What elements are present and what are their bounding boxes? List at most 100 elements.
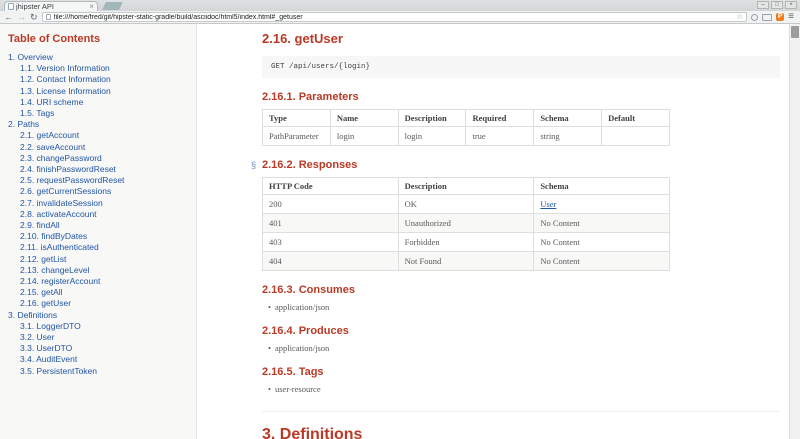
- toc-item[interactable]: 2.15. getAll: [8, 287, 196, 298]
- toc-item[interactable]: 2.6. getCurrentSessions: [8, 186, 196, 197]
- table-cell: Unauthorized: [398, 214, 534, 233]
- chrome-menu-icon[interactable]: ≡: [788, 12, 794, 22]
- table-cell: 200: [263, 195, 399, 214]
- browser-chrome: jhipster API × – □ × ← → ↻ file:///home/…: [0, 0, 800, 24]
- window-close-button[interactable]: ×: [785, 1, 797, 9]
- url-text: file:///home/fred/git/hipster-static-gra…: [54, 14, 733, 21]
- toc-item[interactable]: 1.4. URI scheme: [8, 97, 196, 108]
- table-column-header: Schema: [534, 178, 670, 195]
- toc-item[interactable]: 1. Overview: [8, 52, 196, 63]
- table-column-header: Schema: [534, 110, 602, 127]
- reload-button[interactable]: ↻: [30, 13, 38, 22]
- toc-item[interactable]: 3. Definitions: [8, 310, 196, 321]
- tags-list: •user-resource: [262, 384, 780, 394]
- extension-circle-icon[interactable]: [751, 14, 758, 21]
- toc-list: 1. Overview1.1. Version Information1.2. …: [8, 52, 196, 377]
- table-cell: login: [398, 127, 466, 146]
- forward-button[interactable]: →: [17, 13, 26, 22]
- table-row: 403ForbiddenNo Content: [263, 233, 670, 252]
- table-cell: No Content: [534, 214, 670, 233]
- toc-item[interactable]: 2.11. isAuthenticated: [8, 242, 196, 253]
- heading-produces: 2.16.4. Produces: [262, 325, 780, 337]
- table-column-header: Default: [602, 110, 670, 127]
- table-column-header: HTTP Code: [263, 178, 399, 195]
- window-minimize-button[interactable]: –: [757, 1, 769, 9]
- table-column-header: Type: [263, 110, 331, 127]
- toc-item[interactable]: 1.2. Contact Information: [8, 74, 196, 85]
- toc-item[interactable]: 1.1. Version Information: [8, 63, 196, 74]
- page-content: Table of Contents 1. Overview1.1. Versio…: [0, 24, 800, 439]
- table-of-contents: Table of Contents 1. Overview1.1. Versio…: [0, 24, 197, 439]
- toc-item[interactable]: 2.8. activateAccount: [8, 209, 196, 220]
- table-cell: OK: [398, 195, 534, 214]
- parameters-table: TypeNameDescriptionRequiredSchemaDefault…: [262, 109, 670, 146]
- toc-item[interactable]: 1.5. Tags: [8, 108, 196, 119]
- list-item: •application/json: [268, 302, 780, 312]
- toc-item[interactable]: 2.10. findByDates: [8, 231, 196, 242]
- table-column-header: Required: [466, 110, 534, 127]
- responses-table: HTTP CodeDescriptionSchema 200OK User 401Un…: [262, 177, 670, 271]
- table-row: 200OK User: [263, 195, 670, 214]
- list-item: •user-resource: [268, 384, 780, 394]
- consumes-list: •application/json: [262, 302, 780, 312]
- list-item: • application/json: [268, 343, 780, 353]
- toc-item[interactable]: 3.2. User: [8, 332, 196, 343]
- toc-item[interactable]: 3.4. AuditEvent: [8, 354, 196, 365]
- toc-item[interactable]: 3.1. LoggerDTO: [8, 321, 196, 332]
- table-cell: 404: [263, 252, 399, 271]
- heading-consumes: 2.16.3. Consumes: [262, 284, 780, 296]
- toc-item[interactable]: 2.1. getAccount: [8, 130, 196, 141]
- table-cell: 403: [263, 233, 399, 252]
- toc-item[interactable]: 2. Paths: [8, 119, 196, 130]
- toc-item[interactable]: 2.9. findAll: [8, 220, 196, 231]
- toc-item[interactable]: 2.14. registerAccount: [8, 276, 196, 287]
- schema-link[interactable]: User: [540, 199, 556, 209]
- section-divider: [262, 411, 780, 412]
- extension-window-icon[interactable]: [762, 14, 772, 21]
- toc-item[interactable]: 2.3. changePassword: [8, 153, 196, 164]
- table-cell: true: [466, 127, 534, 146]
- toc-title: Table of Contents: [8, 33, 196, 45]
- heading-responses: § 2.16.2. Responses: [262, 159, 780, 171]
- bookmark-star-icon[interactable]: ☆: [736, 13, 743, 21]
- bullet-icon: •: [268, 343, 271, 353]
- extension-p-icon[interactable]: P: [776, 13, 784, 21]
- tab-title: jhipster API: [16, 2, 54, 11]
- table-column-header: Name: [330, 110, 398, 127]
- toc-item[interactable]: 3.5. PersistentToken: [8, 366, 196, 377]
- table-cell: No Content: [534, 233, 670, 252]
- main-content: 2.16. getUser GET /api/users/{login} 2.1…: [197, 24, 800, 439]
- toc-item[interactable]: 2.16. getUser: [8, 298, 196, 309]
- scrollbar-thumb[interactable]: [791, 26, 799, 38]
- toc-item[interactable]: 2.12. getList: [8, 254, 196, 265]
- table-cell: Not Found: [398, 252, 534, 271]
- toc-item[interactable]: 2.13. changeLevel: [8, 265, 196, 276]
- toc-item[interactable]: 2.5. requestPasswordReset: [8, 175, 196, 186]
- table-cell: Forbidden: [398, 233, 534, 252]
- browser-tab[interactable]: jhipster API ×: [4, 1, 98, 11]
- table-column-header: Description: [398, 110, 466, 127]
- section-heading-getuser: 2.16. getUser: [262, 31, 780, 46]
- tab-close-icon[interactable]: ×: [89, 3, 94, 11]
- page-scrollbar[interactable]: [789, 24, 800, 439]
- back-button[interactable]: ←: [4, 13, 13, 22]
- new-tab-button[interactable]: [102, 2, 123, 10]
- toc-item[interactable]: 2.7. invalidateSession: [8, 198, 196, 209]
- window-maximize-button[interactable]: □: [771, 1, 783, 9]
- section-anchor-icon[interactable]: §: [251, 160, 256, 170]
- table-row: 401UnauthorizedNo Content: [263, 214, 670, 233]
- toc-item[interactable]: 2.4. finishPasswordReset: [8, 164, 196, 175]
- table-column-header: Description: [398, 178, 534, 195]
- table-row: PathParameterloginlogintruestring: [263, 127, 670, 146]
- table-row: 404Not FoundNo Content: [263, 252, 670, 271]
- toc-item[interactable]: 3.3. UserDTO: [8, 343, 196, 354]
- toc-item[interactable]: 1.3. License Information: [8, 86, 196, 97]
- address-bar[interactable]: file:///home/fred/git/hipster-static-gra…: [42, 12, 748, 22]
- toc-item[interactable]: 2.2. saveAccount: [8, 142, 196, 153]
- list-item-text: application/json: [275, 343, 329, 353]
- browser-toolbar: ← → ↻ file:///home/fred/git/hipster-stat…: [0, 11, 800, 24]
- bullet-icon: •: [268, 302, 271, 312]
- table-cell: No Content: [534, 252, 670, 271]
- window-controls: – □ ×: [757, 1, 797, 9]
- heading-definitions: 3. Definitions: [262, 426, 780, 439]
